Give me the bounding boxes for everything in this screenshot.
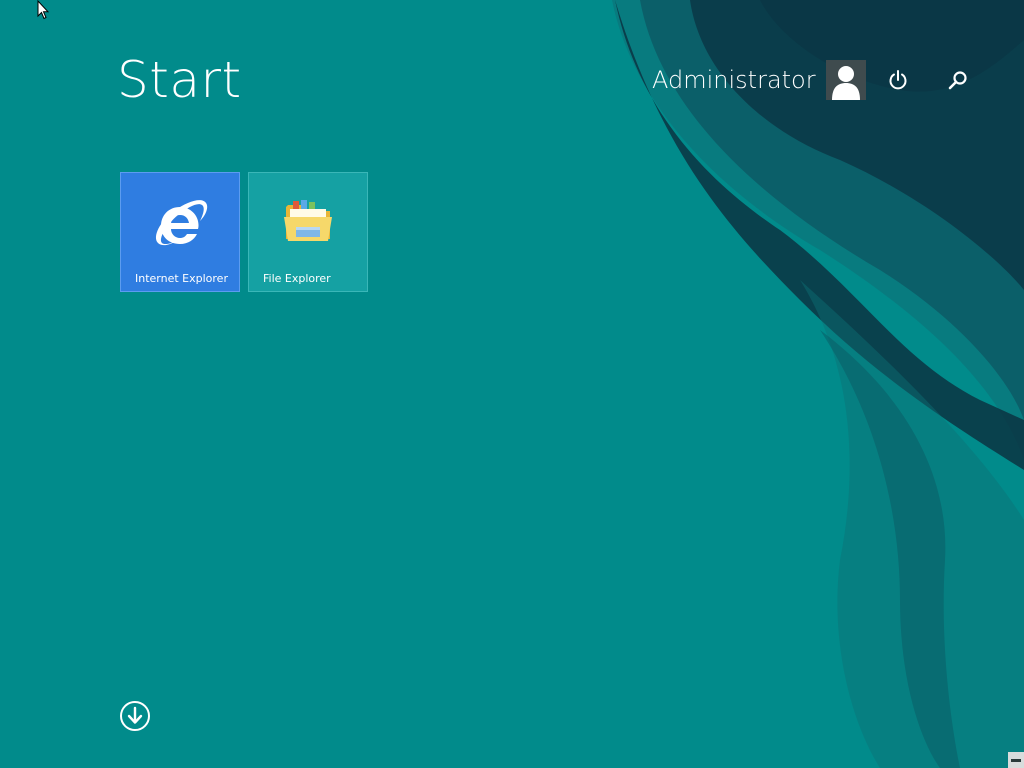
- arrow-down-circle-icon: [120, 701, 150, 731]
- tile-label: File Explorer: [263, 272, 331, 285]
- minus-icon: [1011, 758, 1021, 762]
- power-button[interactable]: [884, 66, 912, 94]
- search-icon: [948, 71, 967, 90]
- avatar: [825, 60, 866, 100]
- power-icon: [889, 70, 907, 90]
- user-silhouette-icon: [825, 60, 866, 100]
- page-title: Start: [117, 51, 242, 109]
- tile-label: Internet Explorer: [135, 272, 228, 285]
- background-swirl: [612, 0, 1024, 768]
- tile-file-explorer[interactable]: File Explorer: [248, 172, 368, 292]
- mouse-cursor-icon: [37, 0, 49, 20]
- search-button[interactable]: [944, 66, 972, 94]
- start-screen: Start Administrator Internet Explorer Fi…: [0, 0, 1024, 768]
- all-apps-button[interactable]: [119, 700, 151, 732]
- user-account-button[interactable]: Administrator: [652, 60, 866, 100]
- tile-internet-explorer[interactable]: Internet Explorer: [120, 172, 240, 292]
- internet-explorer-icon: [155, 200, 208, 246]
- semantic-zoom-button[interactable]: [1008, 752, 1024, 768]
- user-name: Administrator: [652, 66, 816, 94]
- file-explorer-icon: [284, 200, 332, 241]
